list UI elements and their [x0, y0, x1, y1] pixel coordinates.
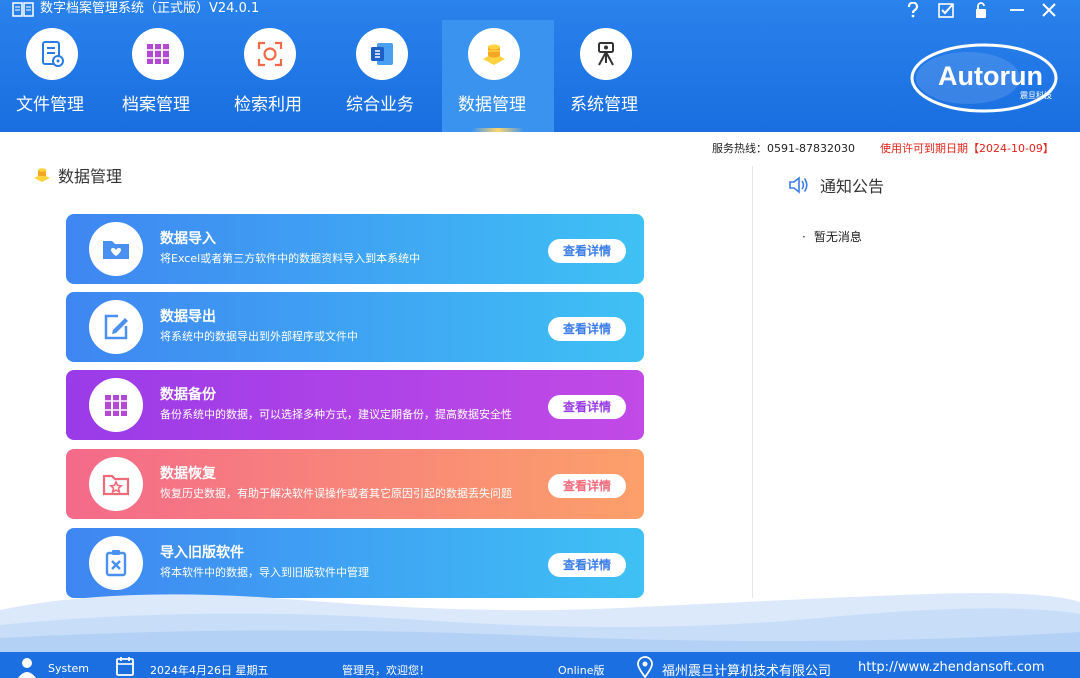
scan-search-icon — [244, 28, 296, 80]
minimize-icon[interactable] — [1004, 0, 1030, 20]
document-icon — [26, 28, 78, 80]
status-date: 2024年4月26日 星期五 — [150, 664, 269, 677]
nav-item-integrated-business[interactable]: 综合业务 — [330, 20, 442, 132]
card-data-export: 数据导出 将系统中的数据导出到外部程序或文件中 查看详情 — [66, 292, 644, 362]
user-icon — [18, 658, 36, 678]
card-description: 恢复历史数据，有助于解决软件误操作或者其它原因引起的数据丢失问题 — [160, 487, 512, 500]
nav-item-archive-management[interactable]: 档案管理 — [106, 20, 218, 132]
view-details-button[interactable]: 查看详情 — [548, 395, 626, 419]
nav-item-data-management[interactable]: 数据管理 — [442, 20, 554, 132]
brand-subtitle: 震旦科技 — [1020, 90, 1052, 100]
service-hotline: 服务热线：0591-87832030 — [712, 142, 855, 155]
app-header: 数字档案管理系统（正式版）V24.0.1 文件管理 档案管理 检索利用 综合业务… — [0, 0, 1080, 132]
brand-logo: Autorun 震旦科技 — [908, 42, 1060, 114]
database-stack-icon — [34, 168, 50, 182]
license-expiry: 使用许可到期日期【2024-10-09】 — [880, 142, 1054, 155]
nav-label: 综合业务 — [346, 95, 414, 115]
card-title: 数据备份 — [160, 387, 216, 403]
bullet: · — [802, 230, 806, 244]
lock-icon[interactable] — [968, 0, 994, 20]
card-title: 数据导出 — [160, 309, 216, 325]
card-description: 将本软件中的数据，导入到旧版软件中管理 — [160, 566, 369, 579]
notice-title: 通知公告 — [788, 173, 884, 197]
notice-item: · 暂无消息 — [802, 228, 862, 245]
card-title: 数据导入 — [160, 231, 216, 247]
database-stack-icon — [468, 28, 520, 80]
card-data-restore: 数据恢复 恢复历史数据，有助于解决软件误操作或者其它原因引起的数据丢失问题 查看… — [66, 449, 644, 519]
folder-heart-icon — [89, 222, 143, 276]
status-bar: System 2024年4月26日 星期五 管理员，欢迎您！ Online版 福… — [0, 652, 1080, 678]
view-details-button[interactable]: 查看详情 — [548, 317, 626, 341]
app-title: 数字档案管理系统（正式版）V24.0.1 — [40, 1, 260, 16]
office-doc-icon — [356, 28, 408, 80]
edit-export-icon — [89, 300, 143, 354]
nav-label: 数据管理 — [458, 95, 526, 115]
section-title-label: 数据管理 — [58, 167, 123, 186]
card-description: 备份系统中的数据，可以选择多种方式，建议定期备份，提高数据安全性 — [160, 408, 512, 421]
nav-item-search-use[interactable]: 检索利用 — [218, 20, 330, 132]
background-wave — [0, 593, 1080, 652]
books-backup-icon — [89, 378, 143, 432]
status-user: System — [48, 662, 90, 675]
nav-label: 系统管理 — [570, 95, 638, 115]
view-details-button[interactable]: 查看详情 — [548, 474, 626, 498]
location-pin-icon — [637, 656, 653, 678]
status-welcome: 管理员，欢迎您！ — [342, 664, 430, 677]
system-tripod-icon — [580, 28, 632, 80]
card-data-backup: 数据备份 备份系统中的数据，可以选择多种方式，建议定期备份，提高数据安全性 查看… — [66, 370, 644, 440]
status-edition: Online版 — [558, 664, 605, 677]
notice-title-label: 通知公告 — [820, 177, 885, 196]
view-details-button[interactable]: 查看详情 — [548, 239, 626, 263]
card-title: 数据恢复 — [160, 466, 216, 482]
nav-item-file-management[interactable]: 文件管理 — [0, 20, 112, 132]
section-title: 数据管理 — [32, 163, 122, 187]
view-details-button[interactable]: 查看详情 — [548, 553, 626, 577]
card-description: 将系统中的数据导出到外部程序或文件中 — [160, 330, 358, 343]
archive-books-icon — [132, 28, 184, 80]
card-data-import: 数据导入 将Excel或者第三方软件中的数据资料导入到本系统中 查看详情 — [66, 214, 644, 284]
help-icon[interactable] — [900, 0, 926, 20]
folder-star-icon — [89, 457, 143, 511]
panel-divider — [752, 166, 753, 598]
main-nav: 文件管理 档案管理 检索利用 综合业务 数据管理 系统管理 — [0, 20, 666, 132]
app-logo-icon — [12, 2, 34, 17]
nav-label: 档案管理 — [122, 95, 190, 115]
close-icon[interactable] — [1036, 0, 1062, 20]
nav-label: 检索利用 — [234, 95, 302, 115]
brand-name: Autorun — [938, 61, 1043, 91]
card-description: 将Excel或者第三方软件中的数据资料导入到本系统中 — [160, 252, 421, 265]
speaker-icon — [789, 176, 808, 194]
calendar-icon — [116, 657, 134, 676]
status-website[interactable]: http://www.zhendansoft.com — [858, 660, 1045, 675]
notice-item-text: 暂无消息 — [813, 230, 862, 244]
checkbox-icon[interactable] — [934, 0, 960, 20]
nav-item-system-management[interactable]: 系统管理 — [554, 20, 666, 132]
status-company: 福州震旦计算机技术有限公司 — [662, 664, 832, 678]
card-title: 导入旧版软件 — [160, 545, 244, 561]
title-bar: 数字档案管理系统（正式版）V24.0.1 — [0, 0, 1080, 20]
nav-label: 文件管理 — [16, 95, 84, 115]
